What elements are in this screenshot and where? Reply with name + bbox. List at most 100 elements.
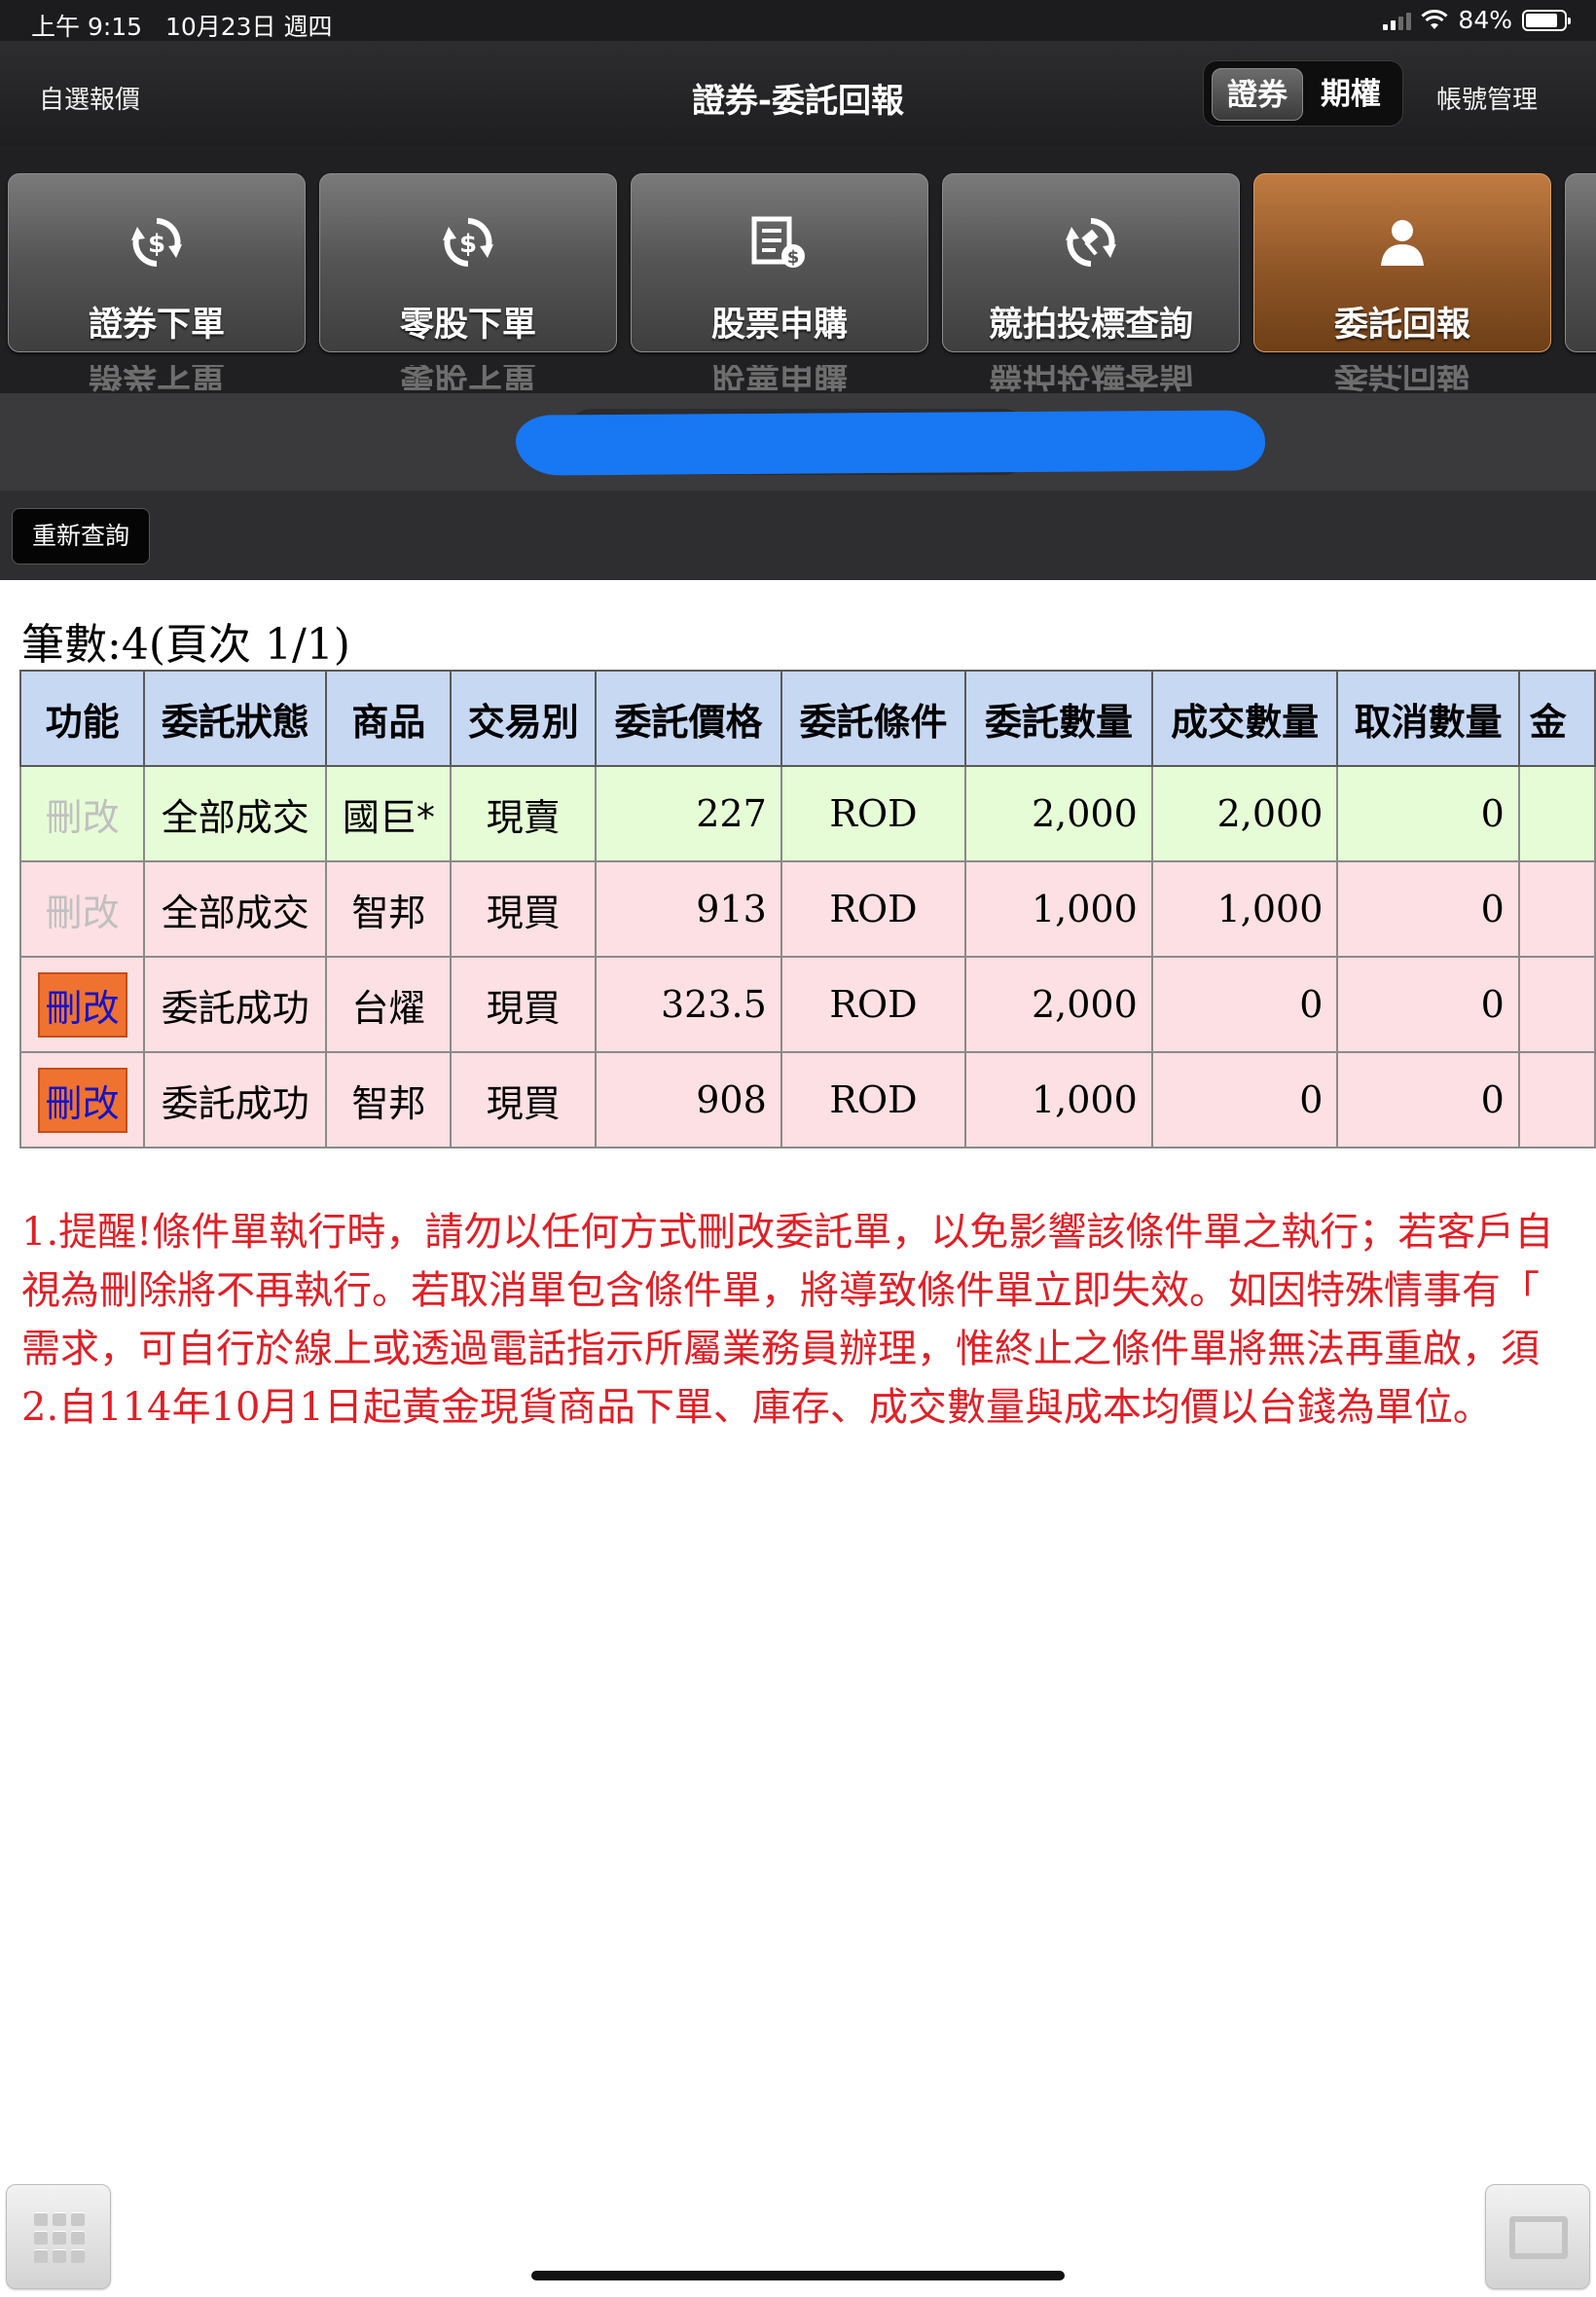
table-row: 刪改 委託成功 台燿 現買 323.5 ROD 2,000 0 0 [18, 956, 1596, 1053]
tile-reflection: 股票申購 [710, 365, 848, 392]
modify-button[interactable]: 刪改 [37, 1067, 127, 1133]
status-cell: 全部成交 [143, 860, 328, 958]
tile-overflow[interactable] [1565, 173, 1596, 352]
svg-text:$: $ [459, 230, 477, 259]
cancel-cell: 0 [1336, 860, 1520, 958]
trade-type-cell: 現買 [450, 956, 598, 1053]
segment-securities[interactable]: 證券 [1212, 68, 1303, 121]
price-cell: 913 [595, 860, 782, 958]
status-indicators: 84% [1383, 6, 1571, 34]
account-management-button[interactable]: 帳號管理 [1436, 80, 1538, 116]
document-dollar-icon: $ [751, 216, 805, 268]
amount-cell [1517, 956, 1596, 1053]
col-filled-qty: 成交數量 [1150, 670, 1339, 767]
fn-cell: 刪改 [18, 860, 146, 958]
app-grid-button[interactable] [6, 2184, 111, 2289]
tile-label: 證券下單 [88, 306, 225, 345]
screen-icon [1509, 2216, 1568, 2259]
screen-toggle-button[interactable] [1485, 2184, 1590, 2289]
filled-cell: 1,000 [1150, 860, 1339, 958]
fn-cell: 刪改 [18, 956, 146, 1053]
tile-odd-lot-order[interactable]: $ 零股下單 零股下單 [319, 173, 617, 392]
amount-cell [1517, 765, 1596, 862]
modify-button-disabled: 刪改 [45, 795, 120, 839]
tile-order-report[interactable]: 委託回報 委託回報 [1253, 173, 1551, 392]
notice-line: 1.提醒!條件單執行時，請勿以任何方式刪改委託單，以免影響該條件單之執行；若客戶… [21, 1210, 1554, 1255]
qty-cell: 2,000 [964, 765, 1153, 862]
product-link[interactable]: 智邦 [325, 860, 453, 958]
tile-label: 委託回報 [1333, 306, 1470, 345]
filled-cell: 2,000 [1150, 765, 1339, 862]
trade-type-cell: 現買 [450, 860, 598, 958]
status-time: 上午 9:15 10月23日 週四 [31, 13, 333, 41]
table-row: 刪改 委託成功 智邦 現買 908 ROD 1,000 0 0 [18, 1051, 1596, 1148]
trade-type-cell: 現賣 [450, 765, 598, 862]
condition-cell: ROD [780, 956, 967, 1053]
product-link[interactable]: 智邦 [325, 1051, 453, 1148]
col-trade-type: 交易別 [450, 670, 598, 767]
grid-icon [34, 2212, 85, 2263]
redaction-mark [515, 410, 1266, 476]
order-table: 功能 委託狀態 商品 交易別 委託價格 委託條件 委託數量 成交數量 取消數量 … [18, 670, 1596, 1148]
order-report-content: 筆數:4(頁次 1/1) 功能 委託狀態 商品 交易別 委託價格 委託條件 委託… [0, 580, 1596, 2297]
col-function: 功能 [18, 670, 146, 767]
query-toolbar: 重新查詢 [0, 491, 1596, 580]
market-segment-control: 證券 期權 [1203, 60, 1403, 127]
record-count: 筆數:4(頁次 1/1) [21, 620, 350, 670]
function-tile-strip: $ 證券下單 證券下單 $ 零股下單 零股下單 $ 股票申購 股票申購 競拍投標… [0, 146, 1596, 393]
col-order-status: 委託狀態 [143, 670, 328, 767]
tile-reflection: 競拍投標查詢 [988, 365, 1193, 392]
status-cell: 委託成功 [143, 1051, 328, 1148]
tile-reflection: 零股下單 [399, 365, 536, 392]
nav-bar: 自選報價 證券-委託回報 證券 期權 帳號管理 [0, 41, 1596, 146]
person-icon [1381, 220, 1424, 266]
status-cell: 全部成交 [143, 765, 328, 862]
dollar-refresh-icon: $ [443, 218, 493, 267]
fn-cell: 刪改 [18, 1051, 146, 1148]
requery-button[interactable]: 重新查詢 [12, 508, 150, 565]
col-order-price: 委託價格 [595, 670, 782, 767]
product-link[interactable]: 台燿 [325, 956, 453, 1053]
filled-cell: 0 [1150, 956, 1339, 1053]
table-row: 刪改 全部成交 國巨* 現賣 227 ROD 2,000 2,000 0 [18, 765, 1596, 862]
tile-securities-order[interactable]: $ 證券下單 證券下單 [8, 173, 306, 392]
tile-label: 股票申購 [710, 306, 848, 345]
account-selector-band [0, 393, 1596, 491]
dollar-refresh-icon: $ [131, 218, 182, 267]
qty-cell: 1,000 [964, 860, 1153, 958]
cancel-cell: 0 [1336, 1051, 1520, 1148]
amount-cell [1517, 860, 1596, 958]
tile-auction-query[interactable]: 競拍投標查詢 競拍投標查詢 [942, 173, 1240, 392]
price-cell: 227 [595, 765, 782, 862]
svg-text:$: $ [148, 230, 165, 259]
notice-line: 視為刪除將不再執行。若取消單包含條件單，將導致條件單立即失效。如因特殊情事有「 [21, 1268, 1540, 1313]
status-cell: 委託成功 [143, 956, 328, 1053]
tile-label: 零股下單 [399, 306, 536, 345]
modify-button[interactable]: 刪改 [37, 971, 127, 1038]
product-link[interactable]: 國巨* [325, 765, 453, 862]
condition-cell: ROD [780, 860, 967, 958]
amount-cell [1517, 1051, 1596, 1148]
status-bar: 上午 9:15 10月23日 週四 84% [0, 0, 1596, 41]
gavel-refresh-icon [1066, 218, 1116, 267]
modify-button-disabled: 刪改 [45, 891, 120, 934]
tile-reflection: 委託回報 [1333, 365, 1470, 392]
table-header-row: 功能 委託狀態 商品 交易別 委託價格 委託條件 委託數量 成交數量 取消數量 … [18, 670, 1596, 767]
price-cell: 323.5 [595, 956, 782, 1053]
tile-ipo-subscription[interactable]: $ 股票申購 股票申購 [631, 173, 928, 392]
col-order-qty: 委託數量 [964, 670, 1153, 767]
battery-icon [1522, 9, 1571, 31]
cancel-cell: 0 [1336, 956, 1520, 1053]
condition-cell: ROD [780, 765, 967, 862]
svg-text:$: $ [787, 247, 800, 268]
col-order-condition: 委託條件 [780, 670, 967, 767]
tile-reflection: 證券下單 [88, 365, 225, 392]
segment-options[interactable]: 期權 [1305, 68, 1396, 121]
qty-cell: 2,000 [964, 956, 1153, 1053]
notice-text: 1.提醒!條件單執行時，請勿以任何方式刪改委託單，以免影響該條件單之執行；若客戶… [21, 1203, 1596, 1437]
tile-label: 競拍投標查詢 [988, 306, 1193, 345]
condition-cell: ROD [780, 1051, 967, 1148]
home-indicator[interactable] [531, 2271, 1065, 2280]
price-cell: 908 [595, 1051, 782, 1148]
cancel-cell: 0 [1336, 765, 1520, 862]
